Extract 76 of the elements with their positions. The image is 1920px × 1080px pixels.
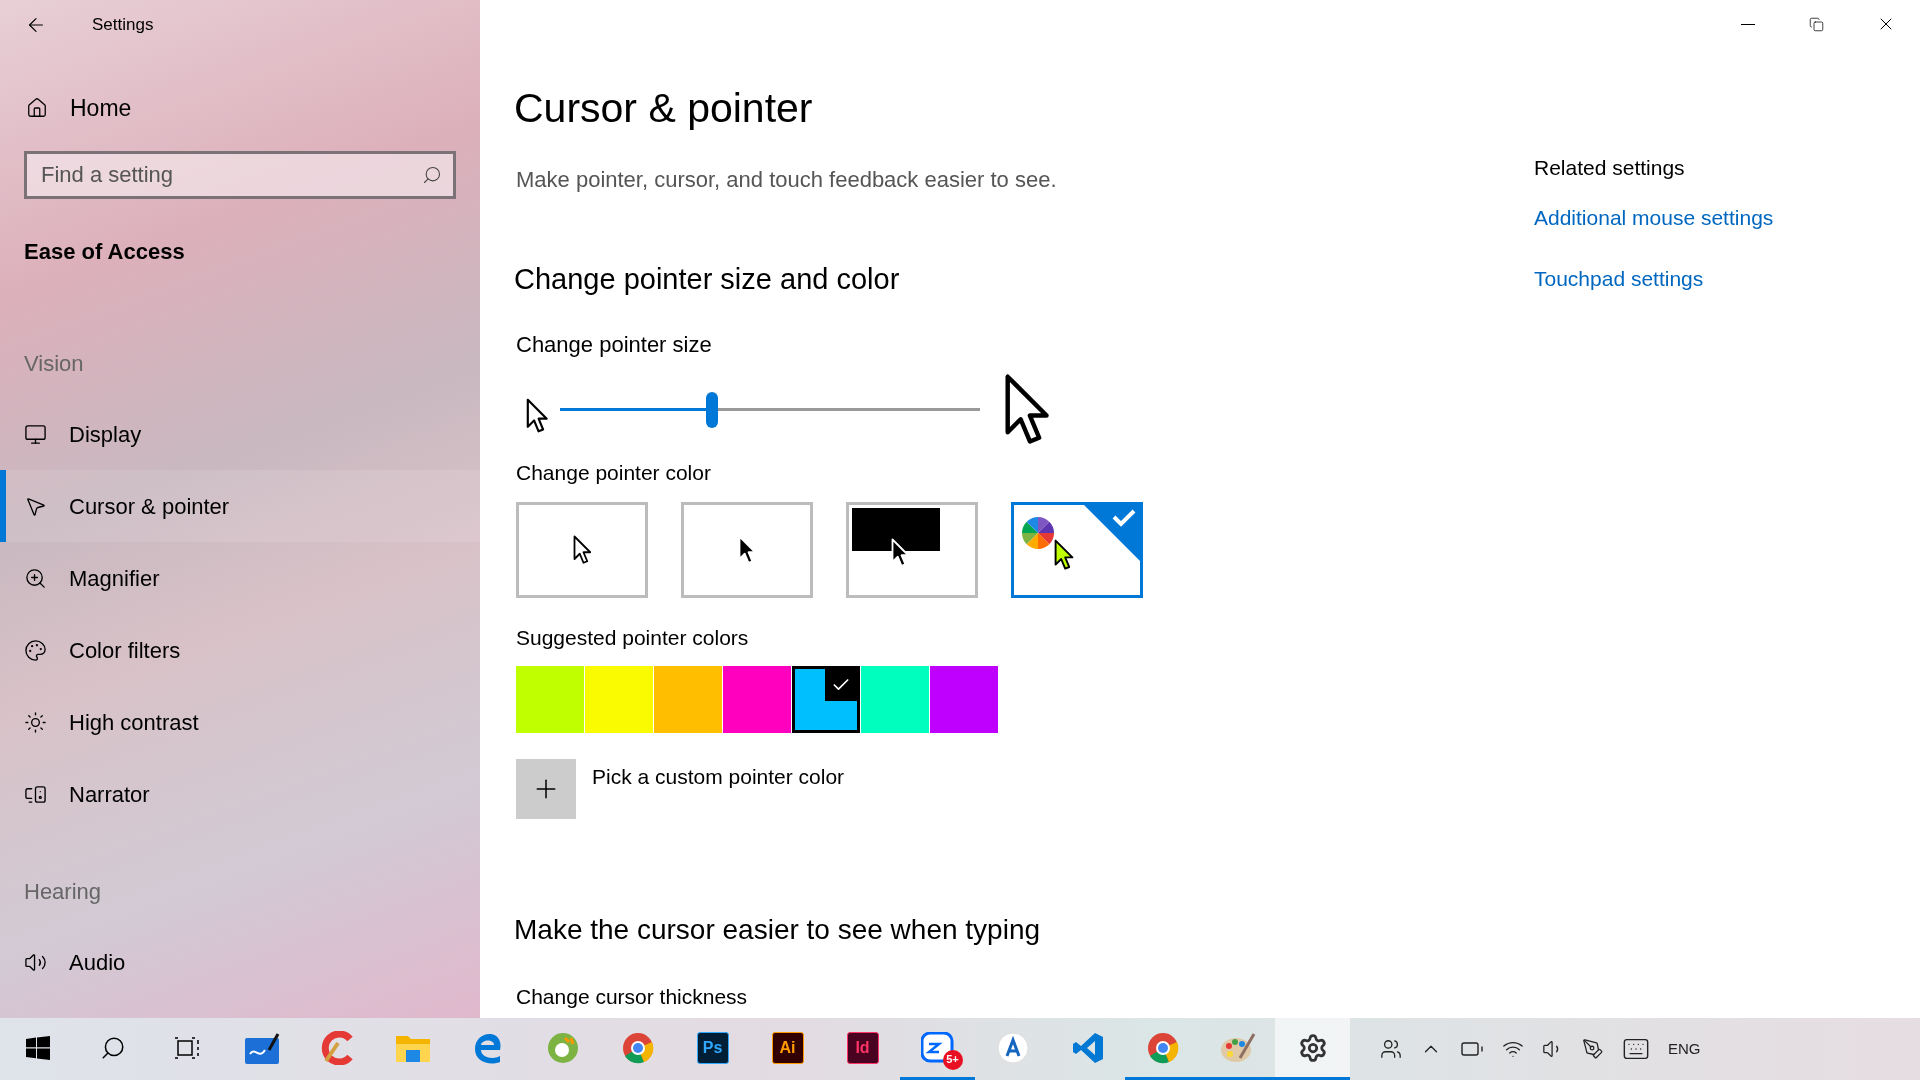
slider[interactable] bbox=[560, 391, 981, 428]
search-icon bbox=[422, 165, 442, 185]
taskbar-app-button[interactable]: 5+ bbox=[900, 1018, 975, 1080]
check-icon bbox=[825, 668, 857, 701]
slider-thumb[interactable] bbox=[705, 391, 718, 428]
sidebar-item[interactable]: Narrator bbox=[0, 758, 480, 830]
group-heading: Vision bbox=[23, 349, 85, 378]
color-swatch[interactable] bbox=[930, 665, 998, 733]
app-letter-icon: Ai bbox=[771, 1031, 804, 1064]
color-swatch[interactable] bbox=[585, 665, 653, 733]
page-title: Cursor & pointer bbox=[514, 84, 814, 133]
sidebar-item[interactable]: Cursor & pointer bbox=[0, 470, 480, 542]
small-pointer-icon bbox=[526, 397, 549, 434]
related-link[interactable]: Additional mouse settings bbox=[1534, 201, 1774, 233]
taskbar-app-button[interactable] bbox=[1275, 1018, 1350, 1080]
setting-label: Change cursor thickness bbox=[515, 983, 749, 1010]
large-pointer-icon bbox=[1004, 372, 1051, 447]
related-link[interactable]: Touchpad settings bbox=[1534, 263, 1774, 295]
browser-circle-icon bbox=[621, 1031, 654, 1064]
minimize-icon bbox=[1740, 23, 1755, 25]
section-heading: Change pointer size and color bbox=[514, 262, 901, 297]
code-editor-icon bbox=[1071, 1031, 1104, 1064]
monitor-icon bbox=[24, 422, 47, 446]
taskbar-app-button[interactable]: Ai bbox=[750, 1018, 825, 1080]
pen-icon[interactable] bbox=[1582, 1038, 1604, 1060]
sun-icon bbox=[24, 710, 47, 734]
sidebar-item[interactable]: High contrast bbox=[0, 686, 480, 758]
search-field[interactable]: Find a setting bbox=[24, 151, 456, 199]
settings-gear-icon bbox=[1297, 1032, 1328, 1063]
sidebar-item[interactable]: Audio bbox=[0, 926, 480, 998]
paint-palette-icon bbox=[1219, 1031, 1256, 1064]
taskbar-app-button[interactable]: Id bbox=[825, 1018, 900, 1080]
custom-color-label: Pick a custom pointer color bbox=[592, 763, 845, 790]
setting-label: Suggested pointer colors bbox=[515, 625, 750, 651]
category-heading: Ease of Access bbox=[23, 238, 186, 266]
sidebar-item[interactable]: Color filters bbox=[0, 614, 480, 686]
leaf-app-icon bbox=[546, 1031, 579, 1064]
selected-check-icon bbox=[1084, 505, 1140, 561]
home-nav-item[interactable]: Home bbox=[0, 85, 480, 131]
color-swatch[interactable] bbox=[654, 665, 722, 733]
restore-icon bbox=[1809, 16, 1824, 32]
windows-logo-icon bbox=[25, 1035, 50, 1060]
app-letter-icon: Ps bbox=[696, 1031, 729, 1064]
pointer-color-option[interactable] bbox=[516, 502, 648, 598]
color-wheel-icon bbox=[1022, 517, 1054, 549]
people-icon[interactable] bbox=[1380, 1038, 1402, 1060]
language-indicator[interactable]: ENG bbox=[1668, 1037, 1701, 1061]
add-color-button[interactable] bbox=[516, 758, 576, 819]
sidebar-item[interactable]: Magnifier bbox=[0, 542, 480, 614]
folder-icon bbox=[395, 1033, 430, 1062]
window-title: Settings bbox=[92, 14, 154, 37]
pointer-icon bbox=[572, 535, 592, 565]
task-view-icon bbox=[173, 1035, 202, 1060]
section-heading: Make the cursor easier to see when typing bbox=[514, 912, 1042, 947]
setting-label: Change pointer size bbox=[515, 330, 713, 359]
browser-circle-icon bbox=[1146, 1031, 1179, 1064]
color-swatch[interactable] bbox=[792, 665, 860, 733]
taskbar-app-button[interactable]: Ps bbox=[675, 1018, 750, 1080]
pointer-color-option[interactable] bbox=[681, 502, 813, 598]
related-heading: Related settings bbox=[1534, 155, 1686, 181]
color-swatch[interactable] bbox=[861, 665, 929, 733]
page-description: Make pointer, cursor, and touch feedback easier to see. bbox=[515, 166, 1058, 194]
pointer-color-option[interactable] bbox=[846, 502, 978, 598]
sidebar-item[interactable]: Display bbox=[0, 398, 480, 470]
pointer-icon bbox=[1054, 539, 1074, 571]
group-heading: Hearing bbox=[23, 877, 103, 906]
home-icon bbox=[26, 97, 48, 119]
color-swatch[interactable] bbox=[516, 665, 584, 733]
pointer-color-option[interactable] bbox=[1011, 502, 1143, 598]
whiteboard-app-icon bbox=[244, 1031, 281, 1064]
color-swatch[interactable] bbox=[723, 665, 791, 733]
app-letter-icon: Id bbox=[846, 1031, 879, 1064]
setting-label: Change pointer color bbox=[515, 459, 712, 486]
circle-app-icon bbox=[996, 1031, 1029, 1064]
palette-icon bbox=[24, 638, 47, 662]
magnifier-icon bbox=[24, 566, 47, 590]
